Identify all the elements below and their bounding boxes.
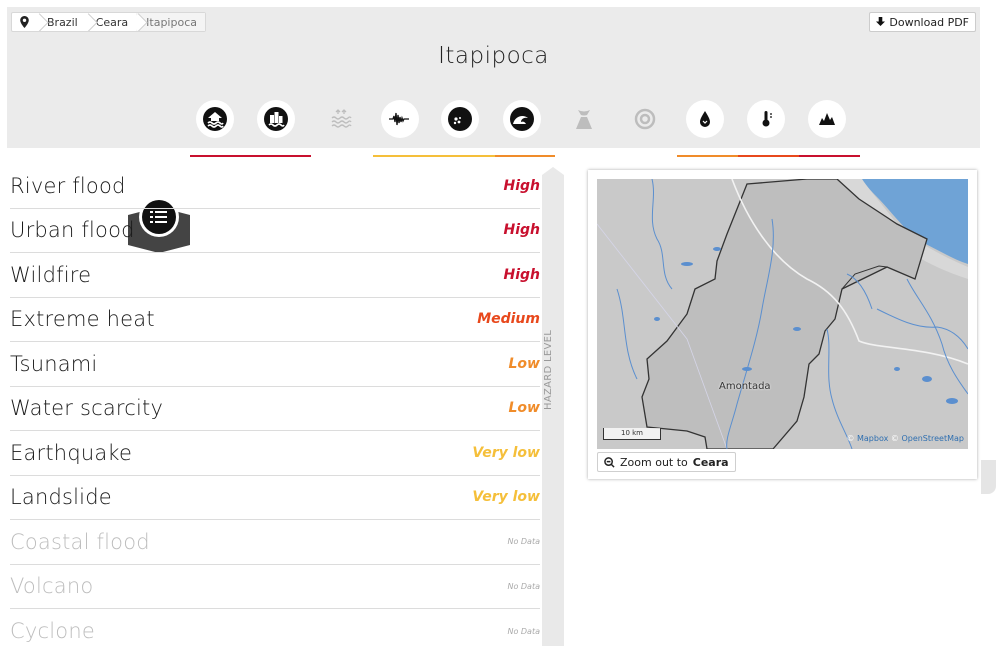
side-panel-handle[interactable] [981,460,996,494]
hazard-icon-bar [7,100,980,253]
extreme-heat-icon[interactable] [747,100,785,138]
hazard-level: High [503,266,540,283]
hazard-level: Low [508,400,540,417]
underline-urban-flood [252,155,311,157]
map-graphic [597,179,968,449]
hazard-name: Extreme heat [10,307,155,332]
urban-flood-icon[interactable] [257,100,295,138]
download-label: Download PDF [889,15,969,29]
hazard-row[interactable]: Extreme heat Medium [10,298,540,342]
attribution-separator: © [888,434,902,443]
hazard-name: River flood [10,173,126,198]
volcano-icon[interactable] [565,100,603,138]
hazard-name: Wildfire [10,262,92,287]
tsunami-icon[interactable] [503,100,541,138]
underline-landslide [434,155,495,157]
hazard-name: Urban flood [10,218,135,243]
page-title: Itapipoca [438,43,549,69]
wildfire-icon[interactable] [808,100,846,138]
underline-river-flood [190,155,252,157]
hazard-name: Earthquake [10,440,133,465]
hazard-name: Tsunami [10,351,98,376]
hazard-row[interactable]: Earthquake Very low [10,431,540,476]
town-label: Amontada [719,381,771,392]
hazard-name: Cyclone [10,619,95,644]
hazard-level: High [503,177,540,194]
hazard-row[interactable]: Coastal flood No Data [10,520,540,565]
mapbox-link[interactable]: Mapbox [857,434,888,443]
zoom-out-button[interactable]: Zoom out to Ceara [597,452,736,472]
river-flood-icon[interactable] [196,100,234,138]
attribution-prefix: © [846,434,857,443]
hazard-level: Medium [477,311,540,328]
underline-water-scarcity [677,155,738,157]
zoom-out-icon [604,456,615,468]
hazard-name: Volcano [10,574,94,599]
map-scale-bar: 10 km [603,428,661,440]
cyclone-icon[interactable] [626,100,664,138]
landslide-icon[interactable] [441,100,479,138]
hazard-level: Very low [472,444,540,461]
download-pdf-button[interactable]: Download PDF [869,12,976,32]
hazard-name: Coastal flood [10,529,150,554]
hazard-row[interactable]: Cyclone No Data [10,609,540,646]
hazard-level: High [503,222,540,239]
hazard-row[interactable]: River flood High [10,164,540,209]
earthquake-icon[interactable] [381,100,419,138]
coastal-flood-icon[interactable] [322,100,360,138]
hazard-level-scale [542,167,564,646]
map-view[interactable]: Amontada 10 km © Mapbox © OpenStreetMap [597,179,968,449]
hazard-level: No Data [507,581,540,591]
hazard-row[interactable]: Tsunami Low [10,342,540,387]
breadcrumb-city: Itapipoca [136,13,205,31]
map-attribution: © Mapbox © OpenStreetMap [846,434,964,443]
underline-tsunami [495,155,555,157]
hazard-row[interactable]: Water scarcity Low [10,387,540,431]
download-icon [876,17,886,27]
underline-earthquake [373,155,434,157]
hazard-level: Low [508,355,540,372]
breadcrumb: Brazil Ceara Itapipoca [11,12,206,32]
hazard-level-label: HAZARD LEVEL [543,329,554,410]
hazard-list: River flood High Urban flood High Wildfi… [10,164,540,646]
hazard-level: No Data [507,626,540,636]
map-card: Amontada 10 km © Mapbox © OpenStreetMap … [588,170,977,479]
hazard-row[interactable]: Wildfire High [10,253,540,298]
zoom-target: Ceara [692,455,729,469]
underline-wildfire [799,155,860,157]
hazard-name: Water scarcity [10,396,164,421]
hazard-row[interactable]: Volcano No Data [10,565,540,609]
hazard-row[interactable]: Urban flood High [10,209,540,253]
zoom-prefix: Zoom out to [620,455,688,469]
water-scarcity-icon[interactable] [686,100,724,138]
hazard-name: Landslide [10,485,112,510]
header-band: Brazil Ceara Itapipoca Download PDF Itap… [7,7,980,253]
underline-extreme-heat [738,155,799,157]
hazard-level: No Data [507,537,540,547]
openstreetmap-link[interactable]: OpenStreetMap [901,434,964,443]
hazard-level: Very low [472,489,540,506]
hazard-row[interactable]: Landslide Very low [10,476,540,520]
